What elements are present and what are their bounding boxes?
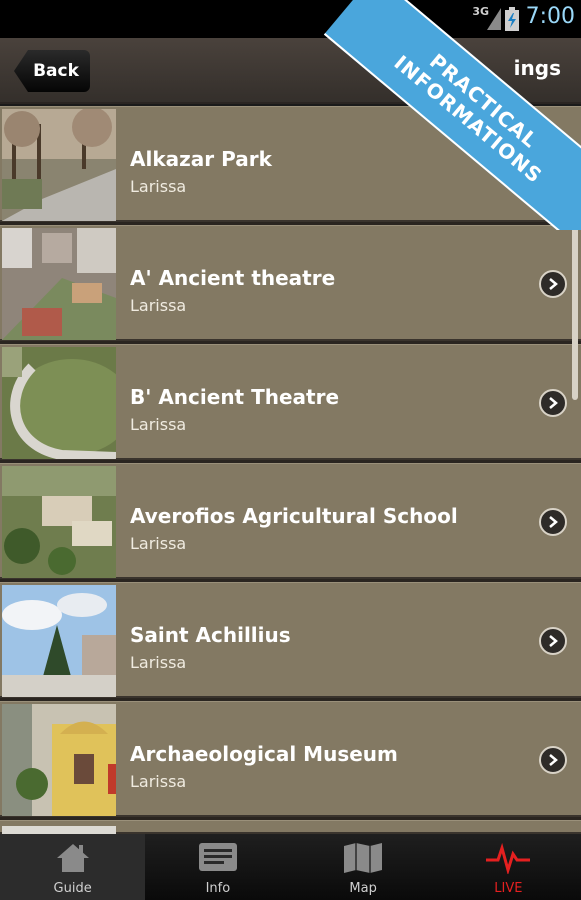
chevron-right-icon[interactable] — [539, 627, 567, 655]
school-thumbnail — [2, 466, 116, 578]
back-button[interactable]: Back — [14, 50, 90, 92]
list-scrollbar[interactable] — [572, 215, 578, 400]
bottom-tab-bar: Guide Info Map LIVE — [0, 834, 581, 900]
header-bar: Back ings — [0, 38, 581, 104]
item-title: Alkazar Park — [130, 147, 272, 171]
tab-map[interactable]: Map — [291, 834, 436, 900]
item-subtitle: Larissa — [130, 415, 187, 434]
chevron-right-icon[interactable] — [539, 746, 567, 774]
list-item-partial[interactable] — [0, 820, 581, 834]
item-subtitle: Larissa — [130, 177, 187, 196]
item-subtitle: Larissa — [130, 296, 187, 315]
theatre-b-thumbnail — [2, 347, 116, 459]
item-subtitle: Larissa — [130, 653, 187, 672]
tab-guide[interactable]: Guide — [0, 834, 146, 900]
tab-live[interactable]: LIVE — [436, 834, 581, 900]
sights-list[interactable]: Alkazar Park Larissa A' Ancient theatre … — [0, 106, 581, 834]
list-item[interactable]: Saint Achillius Larissa — [0, 582, 581, 698]
church-thumbnail — [2, 585, 116, 697]
tab-label: Map — [349, 881, 377, 896]
clock: 7:00 — [525, 4, 575, 29]
item-subtitle: Larissa — [130, 534, 187, 553]
page-title: ings — [513, 56, 561, 80]
tab-info[interactable]: Info — [145, 834, 290, 900]
item-title: A' Ancient theatre — [130, 266, 336, 290]
battery-charging-icon — [505, 7, 519, 31]
status-bar: 3G 7:00 — [0, 0, 581, 38]
list-item[interactable]: Averofios Agricultural School Larissa — [0, 463, 581, 579]
list-item[interactable]: Alkazar Park Larissa — [0, 106, 581, 222]
list-item[interactable]: B' Ancient Theatre Larissa — [0, 344, 581, 460]
item-title: Saint Achillius — [130, 623, 291, 647]
tab-label: LIVE — [494, 881, 523, 896]
chevron-right-icon[interactable] — [539, 270, 567, 298]
list-item[interactable]: Archaeological Museum Larissa — [0, 701, 581, 817]
item-title: Archaeological Museum — [130, 742, 398, 766]
chevron-right-icon[interactable] — [539, 508, 567, 536]
museum-thumbnail — [2, 704, 116, 816]
tab-label: Info — [205, 881, 231, 896]
item-title: B' Ancient Theatre — [130, 385, 340, 409]
tab-label: Guide — [53, 881, 92, 896]
partial-thumbnail — [2, 823, 116, 834]
chevron-right-icon[interactable] — [539, 389, 567, 417]
info-icon — [198, 843, 237, 871]
home-icon — [56, 844, 89, 872]
map-icon — [344, 843, 383, 873]
item-title: Averofios Agricultural School — [130, 504, 458, 528]
park-thumbnail — [2, 109, 116, 221]
list-item[interactable]: A' Ancient theatre Larissa — [0, 225, 581, 341]
signal-icon — [487, 8, 501, 30]
live-heartbeat-icon — [486, 842, 531, 874]
item-subtitle: Larissa — [130, 772, 187, 791]
theatre-a-thumbnail — [2, 228, 116, 340]
